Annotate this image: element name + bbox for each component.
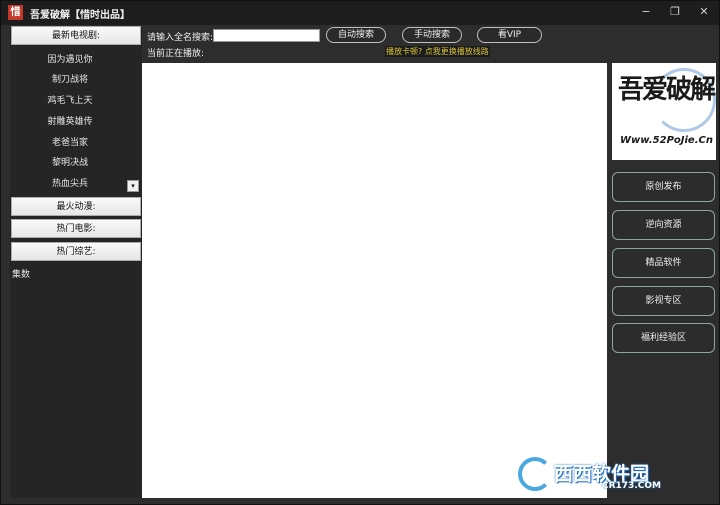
latest-tv-button[interactable]: 最新电视剧: xyxy=(11,26,141,45)
watermark-url: CR173.COM xyxy=(602,481,661,491)
episodes-label: 集数 xyxy=(12,270,31,280)
video-player-area[interactable] xyxy=(142,63,607,498)
switch-line-link[interactable]: 播放卡顿? 点我更换播放线路 xyxy=(385,46,490,57)
tv-list-item[interactable]: 鸡毛飞上天 xyxy=(10,93,130,106)
logo-main-text: 吾爱破解 xyxy=(618,75,716,105)
watermark: 西西软件园 CR173.COM xyxy=(518,455,708,495)
quality-software-button[interactable]: 精品软件 xyxy=(612,248,715,278)
tv-list-item[interactable]: 黎明决战 xyxy=(10,155,130,168)
hot-anime-button[interactable]: 最火动漫: xyxy=(11,197,141,216)
auto-search-button[interactable]: 自动搜索 xyxy=(326,27,386,43)
scroll-down-icon[interactable]: ▾ xyxy=(127,180,139,192)
tv-list-item[interactable]: 射雕英雄传 xyxy=(10,114,130,127)
reverse-resources-button[interactable]: 逆向资源 xyxy=(612,210,715,240)
maximize-button[interactable]: ❐ xyxy=(663,4,687,20)
hot-movies-button[interactable]: 热门电影: xyxy=(11,219,141,238)
original-release-button[interactable]: 原创发布 xyxy=(612,172,715,202)
watermark-logo-icon xyxy=(518,457,552,491)
app-logo-icon: 惜 xyxy=(8,5,23,20)
close-button[interactable]: ✕ xyxy=(692,4,716,20)
search-label: 请输入全名搜索: xyxy=(147,33,214,43)
window-title: 吾爱破解【惜时出品】 xyxy=(30,10,130,21)
left-panel: 最新电视剧: 因为遇见你 制刀战将 鸡毛飞上天 射雕英雄传 老爸当家 黎明决战 … xyxy=(10,26,142,498)
tv-list-item[interactable]: 热血尖兵 xyxy=(10,176,130,189)
minimize-button[interactable]: − xyxy=(634,4,658,20)
hot-variety-button[interactable]: 热门综艺: xyxy=(11,242,141,261)
movie-zone-button[interactable]: 影视专区 xyxy=(612,286,715,316)
tv-list-item[interactable]: 因为遇见你 xyxy=(10,52,130,65)
now-playing-label: 当前正在播放: xyxy=(147,49,205,59)
search-input[interactable] xyxy=(213,29,320,42)
title-bar[interactable]: 惜 吾爱破解【惜时出品】 − ❐ ✕ xyxy=(1,1,719,25)
welfare-zone-button[interactable]: 福利经验区 xyxy=(612,323,715,353)
tv-list-item[interactable]: 制刀战将 xyxy=(10,72,130,85)
tv-list-item[interactable]: 老爸当家 xyxy=(10,135,130,148)
logo-url-text: Www.52PoJie.Cn xyxy=(620,135,713,146)
site-logo: 吾爱破解 Www.52PoJie.Cn xyxy=(612,63,716,160)
manual-search-button[interactable]: 手动搜索 xyxy=(402,27,462,43)
vip-button[interactable]: 看VIP xyxy=(477,27,542,43)
